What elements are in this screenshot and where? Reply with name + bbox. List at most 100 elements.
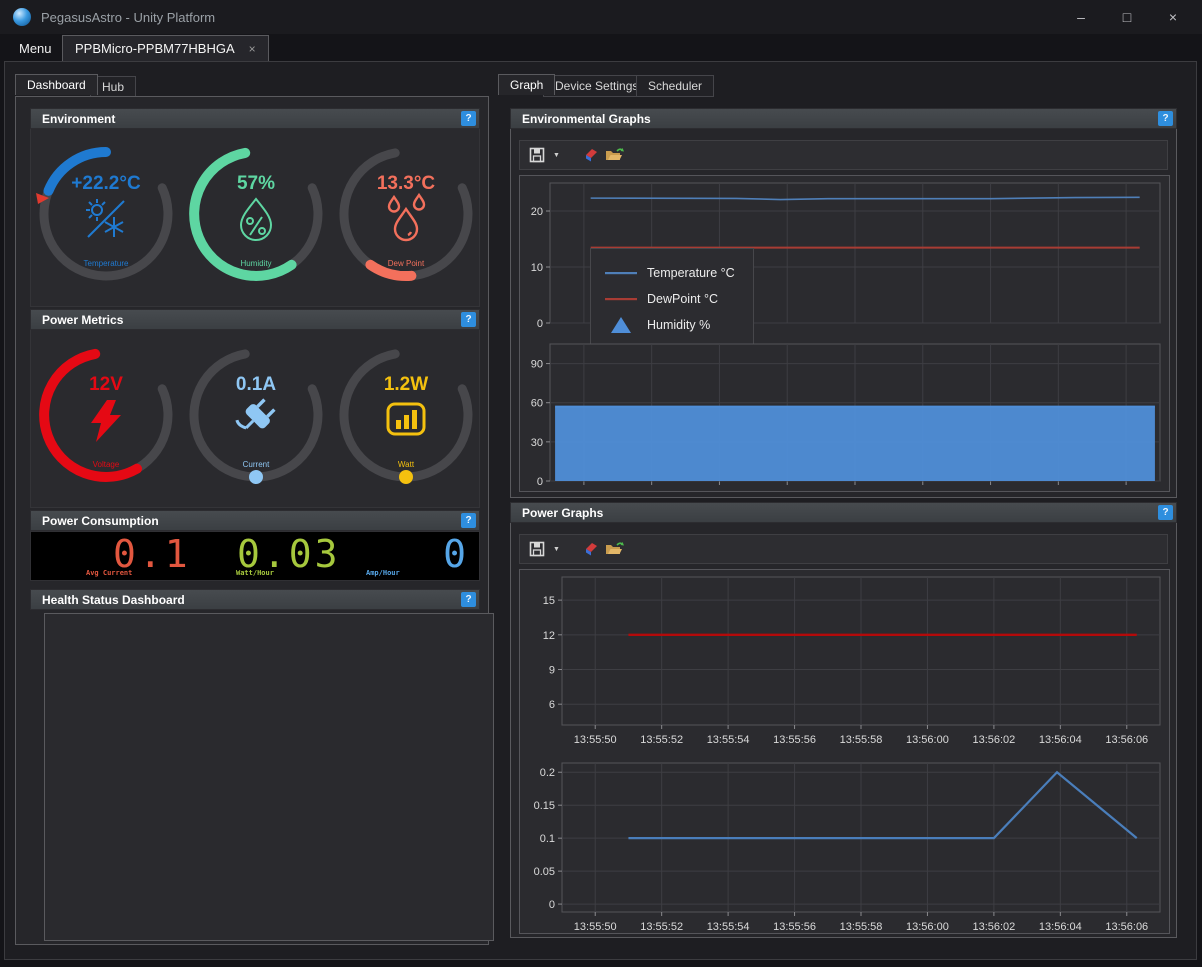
temperature-gauge-ring <box>31 129 181 299</box>
clear-eraser-icon[interactable] <box>582 541 599 557</box>
environment-group: Environment ? <box>30 108 480 307</box>
watt-icon <box>388 404 424 434</box>
health-status-group: Health Status Dashboard ? <box>30 589 480 610</box>
power-consumption-help-icon[interactable]: ? <box>461 513 476 528</box>
title-bar: PegasusAstro - Unity Platform – □ × <box>0 0 1202 34</box>
voltage-chart: 13:55:5013:55:5213:55:5413:55:5613:55:58… <box>520 570 1169 756</box>
svg-text:10: 10 <box>531 262 543 274</box>
health-status-title: Health Status Dashboard <box>42 593 185 607</box>
health-status-help-icon[interactable]: ? <box>461 592 476 607</box>
svg-text:0.15: 0.15 <box>534 800 555 812</box>
legend-item-dewpoint: DewPoint °C <box>604 286 735 312</box>
environment-gauges: +22.2°C Temperature <box>30 129 480 307</box>
svg-text:13:56:04: 13:56:04 <box>1039 921 1082 933</box>
svg-text:13:55:50: 13:55:50 <box>574 921 617 933</box>
save-dropdown-caret-icon[interactable]: ▼ <box>553 152 560 159</box>
power-consumption-display: 0.1 Avg Current 0.03 Watt/Hour 0 Amp/Hou… <box>30 531 480 581</box>
clear-eraser-icon[interactable] <box>582 147 599 163</box>
svg-text:0.05: 0.05 <box>534 866 555 878</box>
dew-point-label: Dew Point <box>331 259 481 268</box>
watt-gauge-dot <box>399 470 413 484</box>
svg-text:13:56:00: 13:56:00 <box>906 734 949 746</box>
environment-title: Environment <box>42 112 115 126</box>
power-graphs-group: Power Graphs ? ▼ <box>510 502 1177 938</box>
dew-point-gauge-ring <box>331 129 481 299</box>
svg-text:13:56:04: 13:56:04 <box>1039 734 1082 746</box>
minimize-button[interactable]: – <box>1058 2 1104 32</box>
temperature-icon <box>86 199 124 237</box>
svg-text:13:55:58: 13:55:58 <box>840 734 883 746</box>
svg-text:0.1: 0.1 <box>540 833 555 845</box>
current-gauge-ring <box>181 330 331 500</box>
voltage-value: 12V <box>31 374 181 396</box>
humidity-gauge: 57% Humidity <box>181 129 331 307</box>
temperature-line-swatch <box>605 271 637 275</box>
environmental-graphs-group: Environmental Graphs ? ▼ <box>510 108 1177 498</box>
watt-gauge-ring <box>331 330 481 500</box>
amp-hour-readout-label: Amp/Hour <box>366 569 400 577</box>
watt-hour-readout-label: Watt/Hour <box>236 569 274 577</box>
power-consumption-group: Power Consumption ? 0.1 Avg Current 0.03… <box>30 510 480 581</box>
svg-text:13:55:54: 13:55:54 <box>707 734 750 746</box>
power-metrics-group: Power Metrics ? 12V Voltage <box>30 309 480 508</box>
humidity-chart: 0306090 <box>520 337 1169 500</box>
temp-dew-chart: 01020 Temperature °C DewPoint °C Humi <box>520 176 1169 337</box>
save-icon[interactable] <box>529 541 545 557</box>
svg-text:12: 12 <box>543 630 555 642</box>
humidity-gauge-ring <box>181 129 331 299</box>
current-gauge-dot <box>249 470 263 484</box>
temperature-label: Temperature <box>31 259 181 268</box>
tab-scheduler[interactable]: Scheduler <box>636 75 714 97</box>
tab-device-settings[interactable]: Device Settings <box>543 75 650 97</box>
tab-device[interactable]: PPBMicro-PPBM77HBHGA × <box>62 35 269 61</box>
voltage-label: Voltage <box>31 460 181 469</box>
save-icon[interactable] <box>529 147 545 163</box>
voltage-gauge-ring <box>31 330 181 500</box>
svg-text:9: 9 <box>549 665 555 677</box>
save-dropdown-caret-icon[interactable]: ▼ <box>553 546 560 553</box>
dew-point-gauge: 13.3°C Dew Point <box>331 129 481 307</box>
power-consumption-title: Power Consumption <box>42 514 159 528</box>
power-graphs-header: Power Graphs ? <box>510 502 1177 523</box>
tab-menu[interactable]: Menu <box>8 38 63 59</box>
svg-text:30: 30 <box>531 437 543 449</box>
close-button[interactable]: × <box>1150 2 1196 32</box>
svg-text:13:55:56: 13:55:56 <box>773 921 816 933</box>
health-status-header: Health Status Dashboard ? <box>30 589 480 610</box>
svg-text:13:55:56: 13:55:56 <box>773 734 816 746</box>
open-folder-icon[interactable] <box>605 147 624 163</box>
current-chart: 13:55:5013:55:5213:55:5413:55:5613:55:58… <box>520 756 1169 943</box>
svg-text:13:55:54: 13:55:54 <box>707 921 750 933</box>
app-logo-icon <box>13 8 31 26</box>
humidity-label: Humidity <box>181 259 331 268</box>
environmental-charts: 01020 Temperature °C DewPoint °C Humi <box>519 175 1170 492</box>
current-plug-icon <box>235 395 278 438</box>
tab-graph[interactable]: Graph <box>498 74 555 95</box>
tab-device-close-icon[interactable]: × <box>249 42 256 56</box>
humidity-chart-canvas: 0306090 <box>520 337 1169 495</box>
amp-hour-readout: 0 <box>443 532 469 576</box>
tab-device-label: PPBMicro-PPBM77HBHGA <box>75 41 235 56</box>
chart-legend: Temperature °C DewPoint °C Humidity % <box>590 248 754 351</box>
svg-text:0: 0 <box>549 899 555 911</box>
current-gauge: 0.1A Current <box>181 330 331 508</box>
svg-text:13:56:06: 13:56:06 <box>1105 921 1148 933</box>
tab-dashboard[interactable]: Dashboard <box>15 74 98 95</box>
current-chart-canvas: 13:55:5013:55:5213:55:5413:55:5613:55:58… <box>520 756 1169 938</box>
power-graphs-title: Power Graphs <box>522 506 603 520</box>
watt-gauge: 1.2W Watt <box>331 330 481 508</box>
environment-help-icon[interactable]: ? <box>461 111 476 126</box>
power-metrics-help-icon[interactable]: ? <box>461 312 476 327</box>
watt-label: Watt <box>331 460 481 469</box>
svg-text:13:56:02: 13:56:02 <box>972 734 1015 746</box>
window-controls: – □ × <box>1058 2 1196 32</box>
maximize-button[interactable]: □ <box>1104 2 1150 32</box>
open-folder-icon[interactable] <box>605 541 624 557</box>
avg-current-readout-label: Avg Current <box>86 569 132 577</box>
environmental-graphs-toolbar: ▼ <box>519 140 1168 170</box>
power-metrics-gauges: 12V Voltage <box>30 330 480 508</box>
environmental-graphs-help-icon[interactable]: ? <box>1158 111 1173 126</box>
humidity-icon <box>241 199 271 240</box>
svg-text:13:55:52: 13:55:52 <box>640 921 683 933</box>
power-graphs-help-icon[interactable]: ? <box>1158 505 1173 520</box>
